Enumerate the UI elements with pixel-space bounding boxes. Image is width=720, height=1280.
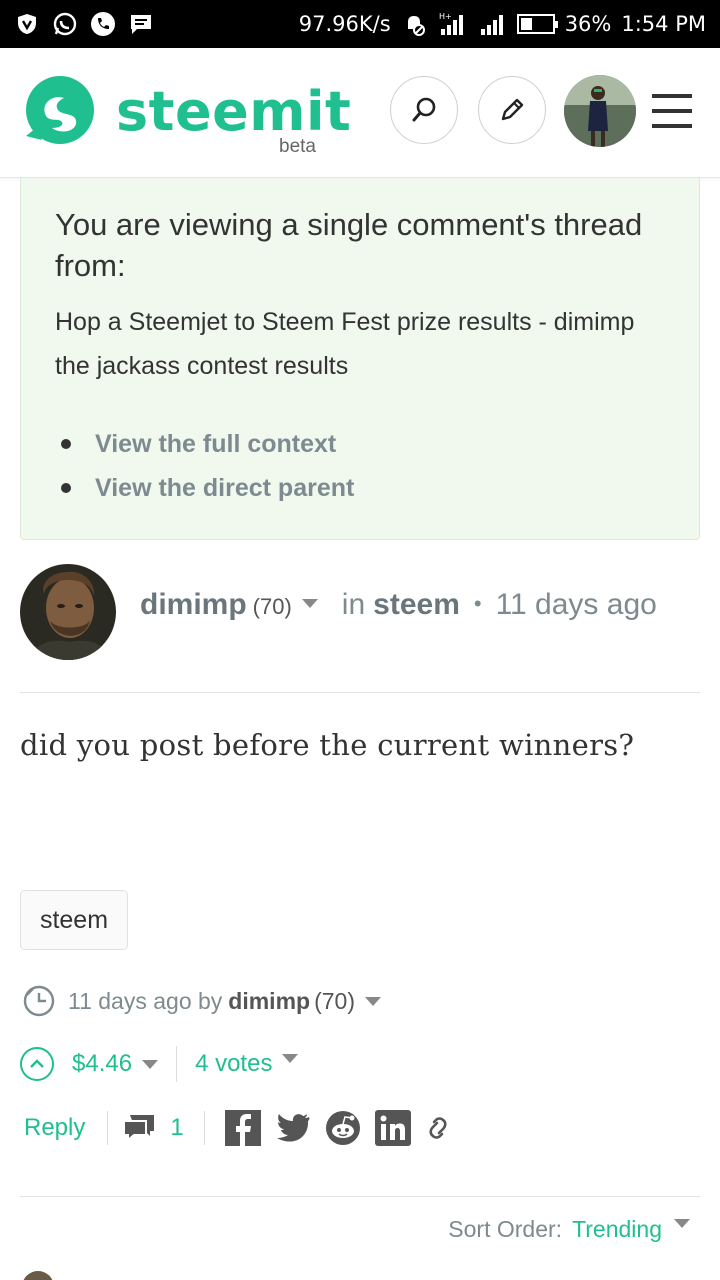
chevron-down-icon[interactable] (282, 1053, 299, 1063)
twitter-icon[interactable] (275, 1112, 311, 1144)
view-direct-parent-link[interactable]: View the direct parent (61, 466, 354, 510)
pencil-icon (501, 98, 524, 121)
link-label[interactable]: View the full context (95, 422, 336, 466)
next-comment-partial (20, 1268, 700, 1280)
signal-icon (480, 15, 503, 35)
menu-icon[interactable] (652, 94, 692, 128)
facebook-icon[interactable] (224, 1110, 261, 1146)
phone-call-icon (90, 11, 116, 37)
bullet (61, 439, 71, 449)
chevron-down-icon[interactable] (301, 599, 318, 608)
sort-order: Sort Order: Trending (448, 1216, 690, 1243)
payout-value[interactable]: $4.46 (72, 1050, 132, 1078)
divider (20, 1196, 700, 1197)
upvote-button[interactable] (20, 1047, 54, 1081)
bullet (61, 483, 71, 493)
search-button[interactable] (390, 76, 458, 144)
context-links: View the full context View the direct pa… (61, 422, 354, 510)
link-label[interactable]: View the direct parent (95, 466, 354, 510)
alarm-off-icon (407, 16, 425, 36)
chevron-down-icon[interactable] (142, 1059, 159, 1069)
linkedin-icon[interactable] (374, 1110, 411, 1146)
category-link[interactable]: steem (373, 588, 460, 622)
reply-count[interactable]: 1 (170, 1114, 183, 1142)
write-post-button[interactable] (478, 76, 546, 144)
chevron-up-icon (30, 1059, 44, 1068)
bullet-separator: • (473, 591, 482, 616)
battery-percent: 36% (564, 12, 612, 36)
meta-author[interactable]: dimimp (228, 988, 310, 1015)
sort-label: Sort Order: (448, 1216, 563, 1242)
clock: 1:54 PM (621, 12, 706, 36)
meta-time[interactable]: 11 days ago by (68, 988, 222, 1015)
author-avatar[interactable] (20, 564, 116, 660)
comments-icon[interactable] (122, 1113, 156, 1143)
svg-text:H+: H+ (439, 12, 452, 21)
search-icon (412, 97, 436, 122)
single-thread-notice: You are viewing a single comment's threa… (20, 178, 700, 540)
reddit-icon[interactable] (325, 1110, 361, 1146)
network-speed: 97.96K/s (298, 12, 391, 36)
clock-icon (23, 985, 55, 1017)
shield-app-icon (14, 11, 40, 37)
comment-actions: Reply 1 (24, 1110, 465, 1146)
parent-post-title[interactable]: Hop a Steemjet to Steem Fest prize resul… (55, 300, 665, 388)
logo-beta: beta (279, 136, 316, 157)
sort-select[interactable]: Trending (572, 1216, 662, 1243)
divider (203, 1111, 205, 1145)
reply-button[interactable]: Reply (24, 1114, 85, 1142)
author-name[interactable]: dimimp (140, 588, 247, 622)
chevron-down-icon[interactable] (364, 996, 381, 1006)
meta-reputation: (70) (314, 987, 355, 1014)
status-bar: 97.96K/s H+ 36% 1:54 PM (0, 0, 720, 48)
divider (20, 692, 700, 693)
vote-bar: $4.46 4 votes (20, 1046, 299, 1082)
in-label: in (341, 588, 366, 621)
votes-count[interactable]: 4 votes (195, 1050, 272, 1078)
author-reputation: (70) (252, 594, 292, 619)
battery-icon (516, 14, 558, 34)
message-icon (128, 11, 154, 37)
link-icon[interactable] (425, 1113, 451, 1143)
comment-author-line: dimimp (70) in steem • 11 days ago (140, 588, 657, 622)
signal-icon: H+ (439, 12, 463, 35)
logo-text[interactable]: steemit (116, 80, 351, 143)
user-avatar[interactable] (564, 75, 636, 147)
tag-steem[interactable]: steem (20, 890, 128, 950)
comment-age[interactable]: 11 days ago (496, 588, 657, 622)
divider (176, 1046, 178, 1082)
whatsapp-icon (52, 11, 78, 37)
chevron-down-icon[interactable] (674, 1219, 690, 1228)
comment-body: did you post before the current winners? (20, 728, 635, 762)
comment-meta: 11 days ago by dimimp (70) (22, 984, 391, 1018)
steemit-logo-icon[interactable] (20, 74, 96, 150)
site-header: steemit beta (0, 48, 720, 178)
divider (107, 1111, 109, 1145)
view-full-context-link[interactable]: View the full context (61, 422, 354, 466)
notice-title: You are viewing a single comment's threa… (55, 207, 643, 283)
